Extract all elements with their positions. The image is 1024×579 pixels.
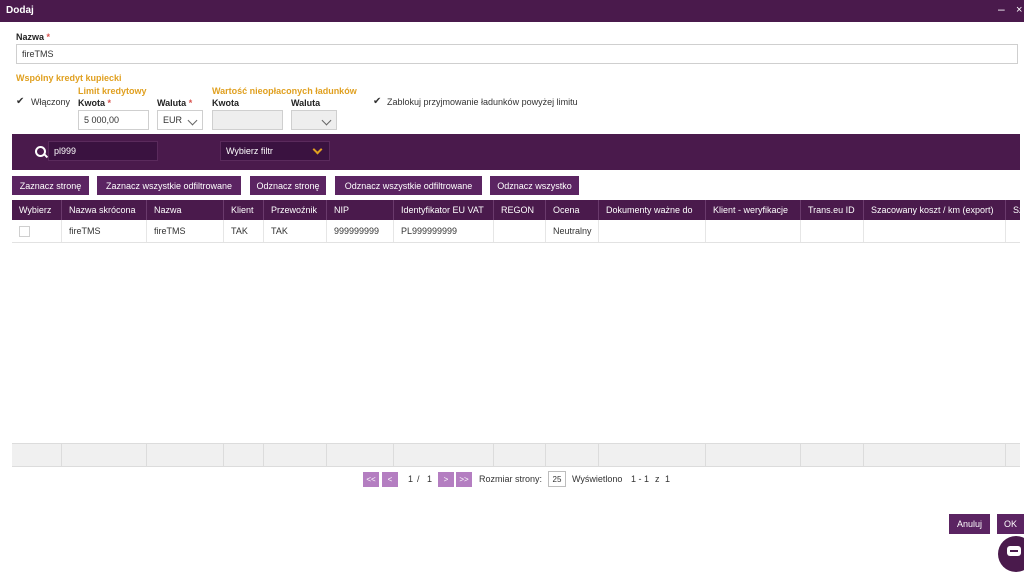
table-header: Wybierz Nazwa skrócona Nazwa Klient Prze… [12, 200, 1020, 220]
col-short-name[interactable]: Nazwa skrócona [62, 200, 147, 220]
table-row[interactable]: fireTMS fireTMS TAK TAK 999999999 PL9999… [12, 220, 1020, 243]
next-page-button[interactable]: > [438, 472, 454, 487]
filter-select[interactable]: Wybierz filtr [220, 141, 330, 161]
deselect-all-button[interactable]: Odznacz wszystko [490, 176, 579, 195]
unpaid-currency-label: Waluta [291, 98, 321, 108]
cell-client: TAK [224, 220, 264, 242]
enabled-checkbox[interactable]: ✔ [16, 96, 24, 107]
col-truncated[interactable]: Sz [1006, 200, 1020, 220]
of-label: z [655, 474, 660, 484]
row-select-cell[interactable] [12, 220, 62, 242]
currency-select[interactable]: EUR [157, 110, 203, 130]
cell-docs-valid [599, 220, 706, 242]
select-all-filtered-button[interactable]: Zaznacz wszystkie odfiltrowane [97, 176, 241, 195]
search-input[interactable]: pl999 [48, 141, 158, 161]
col-docs-valid[interactable]: Dokumenty ważne do [599, 200, 706, 220]
deselect-page-button[interactable]: Odznacz stronę [250, 176, 326, 195]
filter-select-label: Wybierz filtr [226, 146, 273, 156]
chevron-down-icon [187, 115, 198, 126]
cell-estimated-cost [864, 220, 1006, 242]
dialog-title: Dodaj [6, 5, 34, 16]
minimize-icon[interactable]: – [998, 2, 1005, 16]
total-pages: 1 [427, 474, 433, 484]
block-label: Zablokuj przyjmowanie ładunków powyżej l… [387, 97, 578, 107]
page-size-input[interactable]: 25 [548, 471, 566, 487]
chat-icon [1007, 546, 1021, 556]
col-client[interactable]: Klient [224, 200, 264, 220]
shared-credit-title: Wspólny kredyt kupiecki [16, 73, 122, 83]
close-icon[interactable]: × [1016, 4, 1022, 16]
unpaid-amount-input [212, 110, 283, 130]
unpaid-currency-select [291, 110, 337, 130]
search-icon [35, 146, 46, 157]
chevron-down-icon [321, 115, 332, 126]
name-input[interactable]: fireTMS [16, 44, 1018, 64]
col-name[interactable]: Nazwa [147, 200, 224, 220]
current-page: 1 [408, 474, 414, 484]
last-page-button[interactable]: >> [456, 472, 472, 487]
shown-range: 1 - 1 [631, 474, 650, 484]
chevron-down-icon [312, 144, 323, 155]
amount-input[interactable]: 5 000,00 [78, 110, 149, 130]
col-carrier[interactable]: Przewoźnik [264, 200, 327, 220]
col-regon[interactable]: REGON [494, 200, 546, 220]
cell-regon [494, 220, 546, 242]
first-page-button[interactable]: << [363, 472, 379, 487]
currency-value: EUR [163, 115, 183, 125]
unpaid-amount-label: Kwota [212, 98, 239, 108]
col-estimated-cost[interactable]: Szacowany koszt / km (export) [864, 200, 1006, 220]
cell-rating: Neutralny [546, 220, 599, 242]
dialog-titlebar: Dodaj – × [0, 0, 1024, 22]
enabled-label: Włączony [31, 97, 71, 107]
block-checkbox[interactable]: ✔ [373, 96, 381, 107]
cell-short-name: fireTMS [62, 220, 147, 242]
shown-label: Wyświetlono [572, 474, 623, 484]
col-nip[interactable]: NIP [327, 200, 394, 220]
col-select[interactable]: Wybierz [12, 200, 62, 220]
chat-button[interactable] [998, 536, 1024, 572]
col-rating[interactable]: Ocena [546, 200, 599, 220]
unpaid-title: Wartość nieopłaconych ładunków [212, 86, 357, 96]
credit-limit-title: Limit kredytowy [78, 86, 147, 96]
currency-label: Waluta * [157, 98, 193, 108]
amount-label: Kwota * [78, 98, 112, 108]
prev-page-button[interactable]: < [382, 472, 398, 487]
cell-carrier: TAK [264, 220, 327, 242]
filter-bar [12, 134, 1020, 170]
select-page-button[interactable]: Zaznacz stronę [12, 176, 89, 195]
total-records: 1 [665, 474, 671, 484]
col-client-verification[interactable]: Klient - weryfikacje [706, 200, 801, 220]
name-label: Nazwa * [16, 32, 51, 42]
cell-client-verification [706, 220, 801, 242]
cancel-button[interactable]: Anuluj [949, 514, 990, 534]
page-size-label: Rozmiar strony: [479, 474, 543, 484]
table-footer [12, 443, 1020, 467]
cell-transeu-id [801, 220, 864, 242]
cell-truncated [1006, 220, 1020, 242]
col-eu-vat[interactable]: Identyfikator EU VAT [394, 200, 494, 220]
cell-name: fireTMS [147, 220, 224, 242]
page-separator: / [417, 474, 420, 484]
cell-eu-vat: PL999999999 [394, 220, 494, 242]
row-checkbox[interactable] [19, 225, 30, 237]
ok-button[interactable]: OK [997, 514, 1024, 534]
deselect-all-filtered-button[interactable]: Odznacz wszystkie odfiltrowane [335, 176, 482, 195]
col-transeu-id[interactable]: Trans.eu ID [801, 200, 864, 220]
cell-nip: 999999999 [327, 220, 394, 242]
